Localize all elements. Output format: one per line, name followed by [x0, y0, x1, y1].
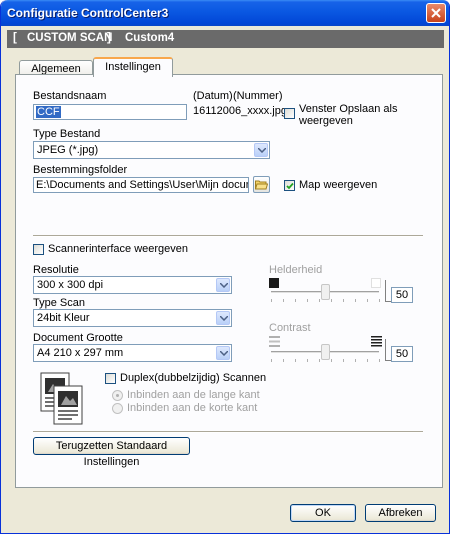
contrast-slider[interactable]: [321, 344, 330, 360]
folder-icon: [255, 180, 268, 190]
duplex-label: Duplex(dubbelzijdig) Scannen: [120, 372, 267, 384]
contrast-high-icon: [371, 336, 382, 347]
file-type-select[interactable]: JPEG (*.jpg): [33, 141, 270, 159]
destination-label: Bestemmingsfolder: [33, 164, 128, 176]
chevron-down-icon: [216, 311, 230, 325]
window-title: Configuratie ControlCenter3: [7, 6, 169, 20]
binding-long-radio[interactable]: [112, 390, 123, 401]
close-icon: [431, 8, 441, 18]
radio-dot: [116, 394, 119, 397]
duplex-checkbox[interactable]: [105, 373, 116, 384]
browse-folder-button[interactable]: [253, 176, 270, 193]
header-bracket-close: ]: [107, 32, 111, 44]
section-divider: [33, 235, 423, 237]
save-window-label-1: Venster Opslaan als: [299, 103, 398, 115]
destination-input[interactable]: E:\Documents and Settings\User\Mijn docu…: [33, 177, 249, 193]
reset-defaults-button[interactable]: Terugzetten Standaard Instellingen: [33, 437, 190, 468]
section-divider: [33, 431, 423, 433]
brightness-dark-icon: [269, 278, 279, 288]
file-type-value: JPEG (*.jpg): [37, 144, 99, 156]
header-mode: CUSTOM SCAN: [27, 32, 113, 44]
tab-instellingen[interactable]: Instellingen: [93, 57, 173, 77]
resolution-label: Resolutie: [33, 264, 79, 276]
brightness-value: 50: [391, 287, 413, 303]
header-bracket-open: [: [13, 32, 17, 44]
ok-button[interactable]: OK: [290, 504, 356, 522]
header-profile-name: Custom4: [125, 32, 175, 44]
show-folder-checkbox[interactable]: [284, 180, 295, 191]
number-label: (Nummer): [233, 90, 283, 102]
save-window-label-2: weergeven: [299, 115, 353, 127]
checkmark-icon: [286, 182, 294, 190]
config-window: Configuratie ControlCenter3 [ CUSTOM SCA…: [0, 0, 450, 534]
document-size-label: Document Grootte: [33, 332, 123, 344]
save-window-checkbox[interactable]: [284, 108, 295, 119]
date-label: (Datum): [193, 90, 233, 102]
show-folder-label: Map weergeven: [299, 179, 378, 191]
filename-value: CCF: [36, 106, 61, 118]
brightness-label: Helderheid: [269, 264, 323, 276]
filename-input[interactable]: CCF: [33, 104, 187, 120]
resolution-value: 300 x 300 dpi: [37, 279, 104, 291]
duplex-document-icon: [40, 372, 83, 425]
settings-panel: Bestandsnaam (Datum) (Nummer) CCF 161120…: [15, 74, 443, 488]
contrast-low-icon: [269, 336, 280, 347]
document-size-value: A4 210 x 297 mm: [37, 347, 124, 359]
filename-suffix: 16112006_xxxx.jpg: [193, 105, 287, 117]
scanner-interface-checkbox[interactable]: [33, 244, 44, 255]
chevron-down-icon: [216, 346, 230, 360]
brightness-slider[interactable]: [321, 284, 330, 300]
chevron-down-icon: [216, 278, 230, 292]
scan-type-label: Type Scan: [33, 297, 85, 309]
file-type-label: Type Bestand: [33, 128, 101, 140]
mode-header: [ CUSTOM SCAN ] Custom4: [7, 30, 444, 48]
scan-type-value: 24bit Kleur: [37, 312, 90, 324]
cancel-button[interactable]: Afbreken: [365, 504, 436, 522]
resolution-select[interactable]: 300 x 300 dpi: [33, 276, 232, 294]
chevron-down-icon: [254, 143, 268, 157]
title-bar[interactable]: Configuratie ControlCenter3: [1, 0, 449, 26]
close-button[interactable]: [426, 3, 446, 23]
binding-long-label: Inbinden aan de lange kant: [127, 389, 260, 401]
binding-short-label: Inbinden aan de korte kant: [127, 402, 258, 414]
contrast-value: 50: [391, 346, 413, 362]
contrast-label: Contrast: [269, 322, 311, 334]
filename-label: Bestandsnaam: [33, 90, 107, 102]
brightness-light-icon: [371, 278, 381, 288]
scan-type-select[interactable]: 24bit Kleur: [33, 309, 232, 327]
binding-short-radio[interactable]: [112, 403, 123, 414]
document-size-select[interactable]: A4 210 x 297 mm: [33, 344, 232, 362]
scanner-interface-label: Scannerinterface weergeven: [48, 243, 189, 255]
